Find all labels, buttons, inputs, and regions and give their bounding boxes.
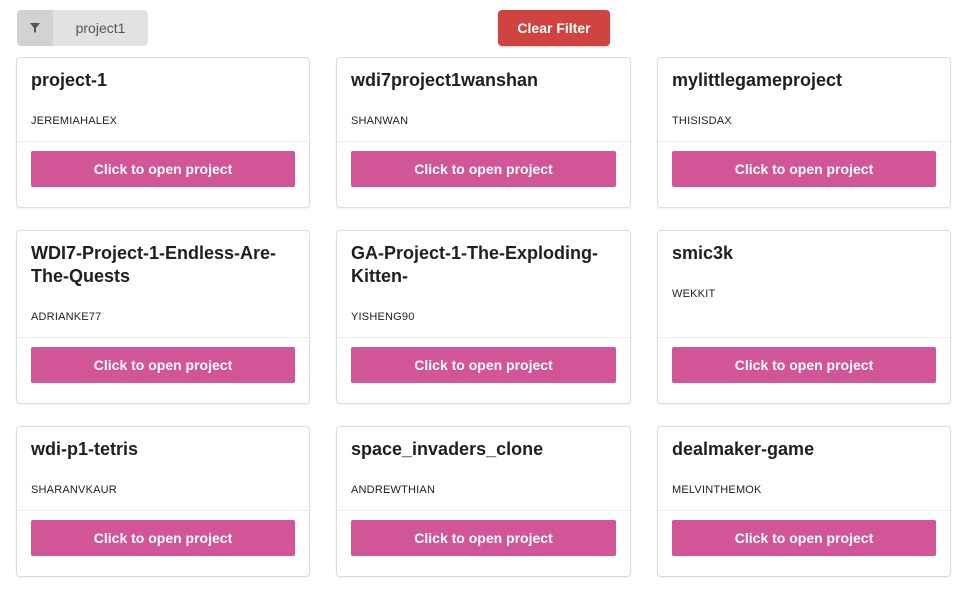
project-title: wdi7project1wanshan: [351, 70, 539, 90]
project-title: wdi-p1-tetris: [31, 439, 139, 459]
open-project-button[interactable]: Click to open project: [351, 347, 616, 383]
project-owner: WEKKIT: [672, 288, 716, 300]
project-title: WDI7-Project-1-Endless-Are-The-Quests: [31, 243, 277, 286]
project-owner: YISHENG90: [351, 311, 415, 323]
filter-value: project1: [75, 20, 126, 36]
project-card: mylittlegameproject THISISDAX Click to o…: [657, 57, 951, 208]
open-project-button[interactable]: Click to open project: [672, 151, 936, 187]
project-card: WDI7-Project-1-Endless-Are-The-Quests AD…: [16, 230, 310, 404]
project-title: GA-Project-1-The-Exploding-Kitten-: [351, 243, 598, 286]
open-project-button[interactable]: Click to open project: [672, 347, 936, 383]
open-project-button[interactable]: Click to open project: [31, 347, 295, 383]
open-project-button[interactable]: Click to open project: [31, 151, 295, 187]
open-project-button[interactable]: Click to open project: [672, 520, 936, 556]
open-project-button[interactable]: Click to open project: [31, 520, 295, 556]
project-owner: SHARANVKAUR: [31, 484, 117, 496]
filter-chip[interactable]: project1: [17, 10, 148, 46]
project-owner: THISISDAX: [672, 115, 732, 127]
project-owner: SHANWAN: [351, 115, 409, 127]
open-project-button[interactable]: Click to open project: [351, 520, 616, 556]
project-title: space_invaders_clone: [351, 439, 544, 459]
project-card: space_invaders_clone ANDREWTHIAN Click t…: [336, 426, 631, 577]
project-card: dealmaker-game MELVINTHEMOK Click to ope…: [657, 426, 951, 577]
page: project1 Clear Filter project-1 JEREMIAH…: [0, 0, 966, 590]
project-owner: ADRIANKE77: [31, 311, 102, 323]
filter-icon[interactable]: [17, 10, 53, 46]
project-grid: project-1 JEREMIAHALEX Click to open pro…: [16, 57, 951, 577]
project-title: project-1: [31, 70, 108, 90]
project-card: smic3k WEKKIT Click to open project: [657, 230, 951, 404]
project-title: mylittlegameproject: [672, 70, 843, 90]
project-owner: ANDREWTHIAN: [351, 484, 436, 496]
project-title: dealmaker-game: [672, 439, 815, 459]
project-card: wdi-p1-tetris SHARANVKAUR Click to open …: [16, 426, 310, 577]
project-owner: MELVINTHEMOK: [672, 484, 762, 496]
project-owner: JEREMIAHALEX: [31, 115, 118, 127]
clear-filter-button[interactable]: Clear Filter: [498, 10, 610, 46]
project-title: smic3k: [672, 243, 734, 263]
open-project-button[interactable]: Click to open project: [351, 151, 616, 187]
project-card: project-1 JEREMIAHALEX Click to open pro…: [16, 57, 310, 208]
project-card: wdi7project1wanshan SHANWAN Click to ope…: [336, 57, 631, 208]
project-card: GA-Project-1-The-Exploding-Kitten- YISHE…: [336, 230, 631, 404]
